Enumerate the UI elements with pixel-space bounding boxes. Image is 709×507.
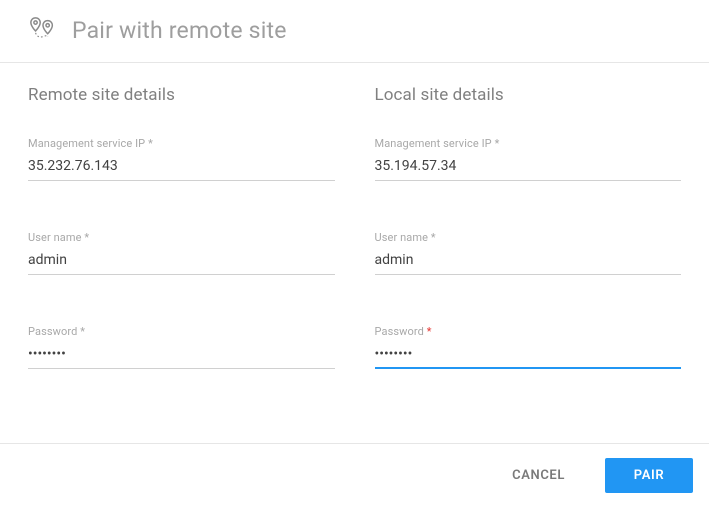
local-ip-input[interactable]	[375, 154, 682, 181]
cancel-button[interactable]: CANCEL	[492, 458, 585, 493]
local-password-label: Password *	[375, 325, 682, 338]
local-password-input[interactable]	[375, 342, 682, 369]
remote-user-label: User name *	[28, 231, 335, 244]
remote-ip-input[interactable]	[28, 154, 335, 181]
pair-button[interactable]: PAIR	[605, 458, 693, 493]
remote-user-field: User name *	[28, 231, 335, 275]
pair-location-icon	[28, 16, 58, 44]
remote-user-input[interactable]	[28, 248, 335, 275]
dialog-header: Pair with remote site	[0, 0, 709, 63]
local-user-input[interactable]	[375, 248, 682, 275]
pair-dialog: Pair with remote site Remote site detail…	[0, 0, 709, 507]
remote-ip-field: Management service IP *	[28, 137, 335, 181]
local-ip-label: Management service IP *	[375, 137, 682, 150]
local-password-field: Password *	[375, 325, 682, 369]
local-user-label: User name *	[375, 231, 682, 244]
remote-section-title: Remote site details	[28, 85, 335, 105]
remote-password-label: Password *	[28, 325, 335, 338]
local-section-title: Local site details	[375, 85, 682, 105]
dialog-title: Pair with remote site	[72, 17, 287, 44]
local-ip-field: Management service IP *	[375, 137, 682, 181]
dialog-footer: CANCEL PAIR	[0, 443, 709, 507]
remote-column: Remote site details Management service I…	[28, 85, 335, 443]
remote-password-field: Password *	[28, 325, 335, 369]
local-column: Local site details Management service IP…	[375, 85, 682, 443]
remote-password-input[interactable]	[28, 342, 335, 369]
remote-ip-label: Management service IP *	[28, 137, 335, 150]
local-user-field: User name *	[375, 231, 682, 275]
dialog-content: Remote site details Management service I…	[0, 63, 709, 443]
